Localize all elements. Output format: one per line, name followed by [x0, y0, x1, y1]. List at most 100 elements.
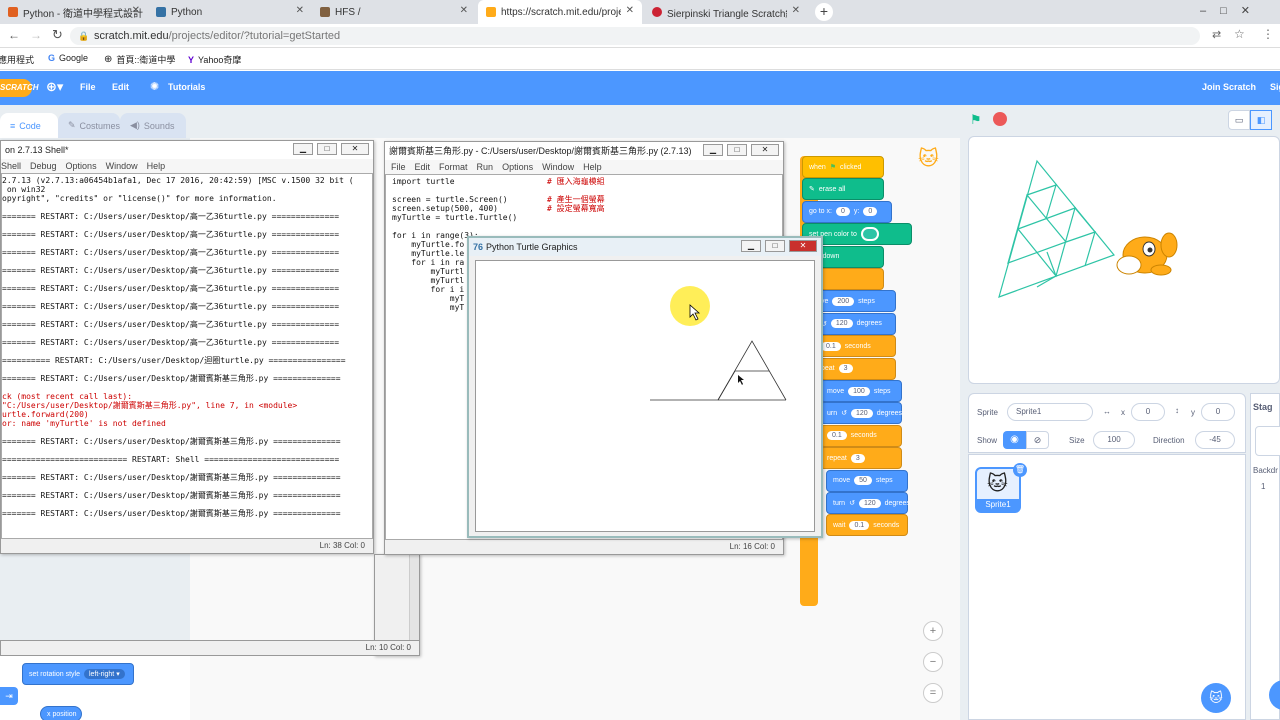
stage-canvas[interactable]	[968, 136, 1280, 384]
language-globe-icon[interactable]: ⊕▾	[46, 79, 63, 95]
back-arrow-icon[interactable]: ←	[8, 28, 20, 42]
block-input[interactable]: 0.1	[821, 341, 841, 351]
block-input[interactable]: 120	[830, 319, 853, 329]
scratch-logo[interactable]: SCRATCH	[0, 79, 39, 97]
code-block[interactable]: repeat 3	[820, 447, 902, 470]
file-menu[interactable]: File	[80, 82, 96, 92]
block-input[interactable]: 3	[850, 453, 865, 463]
bookmark-google[interactable]: G Google	[48, 53, 88, 63]
show-visible-eye-icon[interactable]: ◉	[1003, 431, 1026, 449]
shell-title-bar[interactable]: on 2.7.13 Shell* ▁ □ ✕	[1, 141, 373, 159]
code-block[interactable]: 0.1 seconds	[820, 424, 902, 447]
edit-menu[interactable]: Edit	[112, 82, 129, 92]
stage-thumbnail[interactable]	[1255, 426, 1280, 456]
zoom-reset-icon[interactable]: =	[923, 683, 943, 703]
tab-costumes[interactable]: ✎ Costumes	[58, 113, 120, 138]
normal-stage-icon[interactable]: ◧	[1250, 110, 1272, 130]
editor-menu-item[interactable]: Edit	[415, 162, 431, 172]
code-block[interactable]: turn ↺ 120 degrees	[826, 492, 910, 514]
close-tab-icon[interactable]: ✕	[626, 5, 634, 16]
close-icon[interactable]: ✕	[341, 143, 369, 155]
block-input[interactable]: 0	[835, 207, 850, 217]
tab-sounds[interactable]: ◀) Sounds	[120, 113, 186, 138]
window-controls[interactable]: –□✕	[1200, 4, 1264, 17]
block-input[interactable]: 50	[854, 476, 872, 486]
add-sprite-cat-icon[interactable]: 🐱	[1201, 683, 1231, 713]
shell-menu-item[interactable]: Window	[106, 161, 138, 171]
close-icon[interactable]: ✕	[789, 240, 817, 252]
code-block[interactable]: peat 3	[814, 357, 896, 380]
size-input[interactable]: 100	[1093, 431, 1135, 449]
browser-tab[interactable]: Sierpinski Triangle Scratch繪圖 ✕	[644, 0, 808, 24]
code-block[interactable]: move 100 steps	[820, 380, 902, 402]
code-block[interactable]: go to x: 0 y: 0	[802, 200, 892, 223]
block-input[interactable]: 120	[851, 408, 873, 418]
rotation-dropdown[interactable]: left-right ▾	[83, 669, 125, 679]
scrollbar[interactable]	[409, 555, 419, 641]
small-stage-icon[interactable]: ▭	[1228, 110, 1250, 130]
browser-tab[interactable]: Python - 衛道中學程式設計 ✕	[0, 0, 148, 24]
block-input[interactable]: 3	[838, 364, 853, 374]
y-position-input[interactable]: 0	[1201, 403, 1235, 421]
hide-eye-icon[interactable]: ⊘	[1026, 431, 1049, 449]
menu-dots-icon[interactable]: ⋮	[1262, 27, 1274, 41]
turtle-canvas[interactable]	[475, 260, 815, 532]
turtle-graphics-window[interactable]: 76 Python Turtle Graphics ▁ □ ✕	[467, 236, 823, 538]
minimize-icon[interactable]: ▁	[293, 143, 313, 155]
add-extension-icon[interactable]: ⇥	[0, 687, 18, 705]
code-block[interactable]: ve 200 steps	[814, 290, 896, 313]
code-block[interactable]: move 50 steps	[826, 469, 908, 492]
editor-menu-item[interactable]: Options	[502, 162, 533, 172]
shell-output[interactable]: 2.7.13 (v2.7.13:a06454b1afa1, Dec 17 201…	[1, 173, 373, 539]
join-scratch-link[interactable]: Join Scratch	[1202, 82, 1256, 92]
editor-menu-item[interactable]: Run	[477, 162, 494, 172]
green-flag-icon[interactable]: ⚑	[970, 112, 982, 128]
x-position-input[interactable]: 0	[1131, 403, 1165, 421]
browser-tab-active[interactable]: https://scratch.mit.edu/project ✕	[478, 0, 642, 24]
editor-menu-item[interactable]: Window	[542, 162, 574, 172]
editor-menu-item[interactable]: Help	[583, 162, 602, 172]
code-block[interactable]: 0.1 seconds	[814, 335, 896, 358]
maximize-icon[interactable]: □	[317, 143, 337, 155]
direction-input[interactable]: -45	[1195, 431, 1235, 449]
forward-arrow-icon[interactable]: →	[30, 28, 42, 42]
shell-menu-item[interactable]: Options	[66, 161, 97, 171]
code-block[interactable]: wait 0.1 seconds	[826, 514, 908, 537]
sign-in-link[interactable]: Sig	[1270, 82, 1280, 92]
turtle-title-bar[interactable]: 76 Python Turtle Graphics ▁ □ ✕	[469, 238, 821, 256]
tutorials-menu[interactable]: Tutorials	[168, 82, 205, 92]
sprite-name-input[interactable]: Sprite1	[1007, 403, 1093, 421]
python-shell-window[interactable]: on 2.7.13 Shell* ▁ □ ✕ Shell Debug Options Wi…	[0, 140, 374, 554]
close-tab-icon[interactable]: ✕	[296, 5, 304, 16]
new-tab-plus-icon[interactable]: +	[815, 3, 833, 21]
x-position-block[interactable]: x position	[40, 706, 82, 720]
bookmark-yahoo[interactable]: Y Yahoo奇摩	[188, 53, 241, 66]
tab-code[interactable]: ≡ Code	[0, 113, 58, 138]
minimize-icon[interactable]: ▁	[741, 240, 761, 252]
url-field[interactable]: 🔒 scratch.mit.edu/projects/editor/?tutor…	[70, 27, 1200, 45]
bookmark-apps[interactable]: 應用程式	[0, 53, 34, 66]
close-icon[interactable]: ✕	[751, 144, 779, 156]
set-rotation-style-block[interactable]: set rotation style left-right ▾	[22, 663, 134, 685]
maximize-icon[interactable]: □	[727, 144, 747, 156]
editor-menu-item[interactable]: File	[391, 162, 406, 172]
editor-menu-item[interactable]: Format	[439, 162, 468, 172]
delete-sprite-icon[interactable]: 🗑	[1013, 463, 1027, 477]
block-input[interactable]: 100	[848, 386, 870, 396]
editor-title-bar[interactable]: 謝爾賓斯基三角形.py - C:/Users/user/Desktop/謝爾賓斯…	[385, 142, 783, 160]
code-block[interactable]: ✎ erase all	[802, 178, 884, 201]
pen-color-swatch[interactable]	[860, 227, 879, 242]
sprite-thumbnail[interactable]: 🐱 Sprite1 🗑	[975, 463, 1027, 513]
code-block[interactable]: ↺ 120 degrees	[814, 312, 896, 335]
stop-icon[interactable]	[993, 112, 1007, 126]
code-block[interactable]: when ⚑ clicked	[802, 156, 884, 178]
block-input[interactable]: 0.1	[849, 520, 870, 530]
code-block[interactable]: urn ↺ 120 degrees	[820, 402, 902, 425]
bookmark-star-icon[interactable]: ☆	[1234, 27, 1245, 41]
close-tab-icon[interactable]: ✕	[132, 5, 140, 16]
bookmark-school[interactable]: ⊕ 首頁::衛道中學	[104, 53, 175, 66]
add-backdrop-icon[interactable]	[1269, 680, 1280, 710]
shell-menu-item[interactable]: Shell	[1, 161, 21, 171]
block-input[interactable]: 120	[858, 498, 881, 508]
close-tab-icon[interactable]: ✕	[792, 5, 800, 16]
